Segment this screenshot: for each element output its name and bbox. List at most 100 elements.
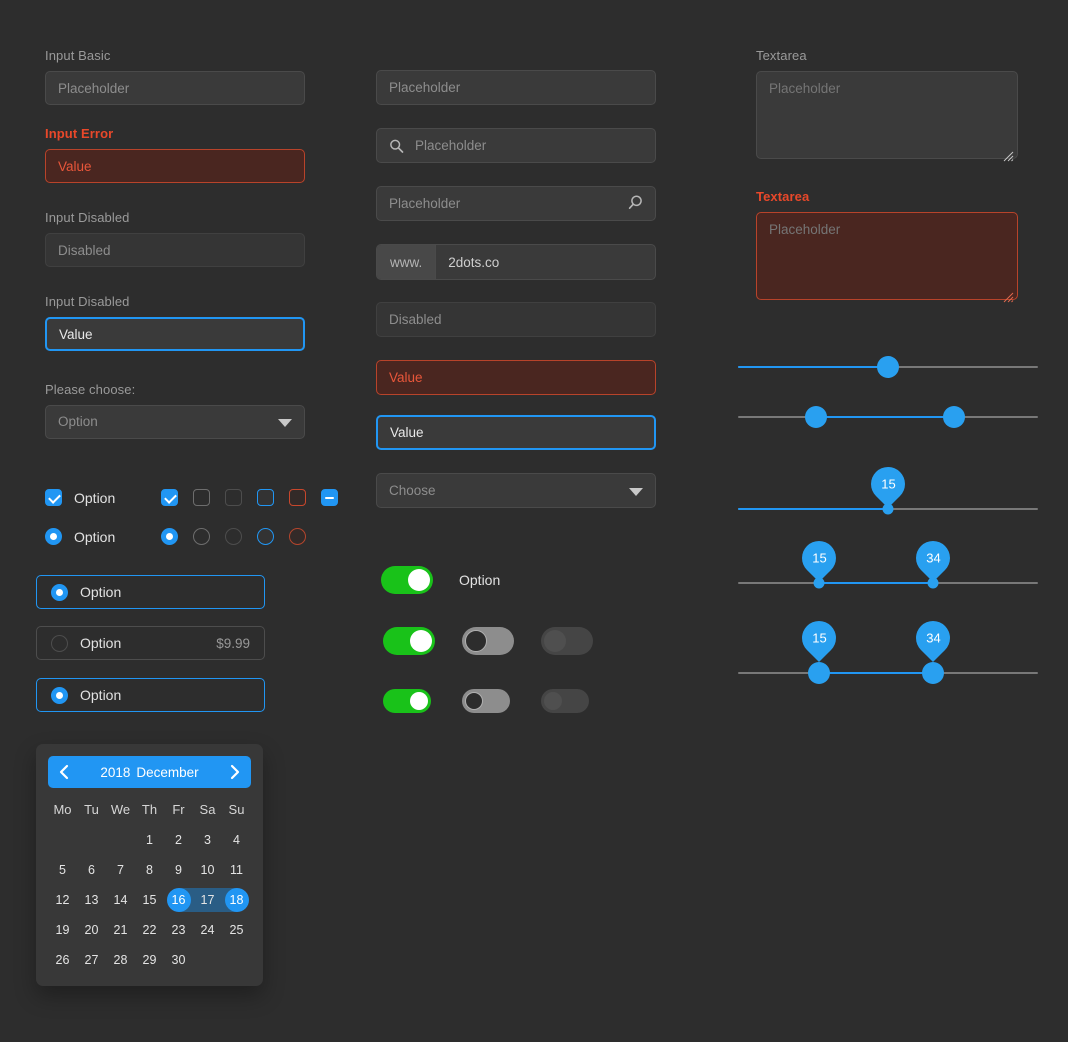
input-plain[interactable] xyxy=(376,70,656,105)
option-box-3[interactable]: Option xyxy=(36,678,265,712)
slider-range-tooltip-big[interactable]: 15 34 xyxy=(738,613,1038,693)
calendar-day[interactable]: 23 xyxy=(164,916,193,944)
calendar-day[interactable]: 5 xyxy=(48,856,77,884)
calendar-day[interactable]: 29 xyxy=(135,946,164,974)
search-input-right[interactable] xyxy=(376,186,656,221)
option-box-2-radio[interactable] xyxy=(51,634,68,652)
calendar-day[interactable]: 25 xyxy=(222,916,251,944)
slider-single-big[interactable] xyxy=(738,347,1038,387)
slider-tooltip-high-value: 34 xyxy=(925,550,941,566)
slider-knob-high[interactable] xyxy=(922,662,944,684)
calendar-day[interactable]: 30 xyxy=(164,946,193,974)
calendar-day[interactable]: 19 xyxy=(48,916,77,944)
slider-fill xyxy=(819,582,933,584)
radio-checked[interactable] xyxy=(45,528,62,545)
checkbox-checked-variant[interactable] xyxy=(161,489,178,506)
calendar: 2018 December Mo Tu We Th Fr Sa Su 1 2 3 4 5 6 7 8 9 10 11… xyxy=(36,744,263,986)
radio-checked-variant[interactable] xyxy=(161,528,178,545)
calendar-weekday: Fr xyxy=(172,802,185,817)
toggle-on[interactable] xyxy=(381,566,433,594)
chevron-left-icon[interactable] xyxy=(58,764,71,780)
calendar-day[interactable]: 2 xyxy=(164,826,193,854)
slider-knob-high[interactable] xyxy=(927,577,939,589)
textarea-error[interactable] xyxy=(756,212,1018,300)
calendar-day[interactable]: 16 xyxy=(164,886,193,914)
checkbox-option[interactable]: Option xyxy=(45,489,161,506)
option-box-1[interactable]: Option xyxy=(36,575,265,609)
calendar-day[interactable]: 28 xyxy=(106,946,135,974)
calendar-day[interactable]: 26 xyxy=(48,946,77,974)
toggle-disabled-variant xyxy=(541,627,593,655)
calendar-day[interactable]: 18 xyxy=(222,886,251,914)
slider-range-tooltip-small[interactable]: 15 34 xyxy=(738,533,1038,603)
calendar-day[interactable]: 1 xyxy=(135,826,164,854)
checkbox-unchecked-variant[interactable] xyxy=(193,489,210,506)
toggle-knob xyxy=(465,692,483,710)
checkbox-error-variant[interactable] xyxy=(289,489,306,506)
calendar-day[interactable]: 3 xyxy=(193,826,222,854)
option-box-3-label: Option xyxy=(80,687,122,703)
select-option[interactable]: Option xyxy=(45,405,305,439)
toggle-off-variant[interactable] xyxy=(462,627,514,655)
calendar-day[interactable]: 27 xyxy=(77,946,106,974)
calendar-day[interactable]: 10 xyxy=(193,856,222,884)
field-search-right xyxy=(376,186,656,221)
slider-knob-low[interactable] xyxy=(808,662,830,684)
input-basic[interactable] xyxy=(45,71,305,105)
radio-focused-variant[interactable] xyxy=(257,528,274,545)
search-button[interactable] xyxy=(624,193,646,215)
calendar-grid: Mo Tu We Th Fr Sa Su 1 2 3 4 5 6 7 8 9 10 11 12 13 14 15 16 17 1… xyxy=(48,796,251,974)
chevron-right-icon[interactable] xyxy=(228,764,241,780)
checkbox-checked[interactable] xyxy=(45,489,62,506)
textarea[interactable] xyxy=(756,71,1018,159)
radio-unchecked-variant[interactable] xyxy=(193,528,210,545)
option-box-3-radio[interactable] xyxy=(51,686,68,704)
slider-tooltip-low: 15 xyxy=(794,613,844,663)
calendar-day[interactable]: 4 xyxy=(222,826,251,854)
checkbox-focused-variant[interactable] xyxy=(257,489,274,506)
slider-range-big[interactable] xyxy=(738,397,1038,437)
slider-knob[interactable] xyxy=(882,503,894,515)
calendar-day[interactable]: 7 xyxy=(106,856,135,884)
calendar-day[interactable]: 21 xyxy=(106,916,135,944)
toggle-small-on-variant[interactable] xyxy=(383,689,431,713)
calendar-day[interactable]: 6 xyxy=(77,856,106,884)
calendar-day[interactable]: 20 xyxy=(77,916,106,944)
toggle-on-variant[interactable] xyxy=(383,627,435,655)
search-input-left[interactable] xyxy=(376,128,656,163)
checkbox-indeterminate-variant[interactable] xyxy=(321,489,338,506)
slider-tooltip: 15 xyxy=(863,459,913,509)
slider-knob-low[interactable] xyxy=(813,577,825,589)
radio-option[interactable]: Option xyxy=(45,528,161,545)
toggle-small-off-variant[interactable] xyxy=(462,689,510,713)
slider-knob-high[interactable] xyxy=(943,406,965,428)
input-focused-mid[interactable] xyxy=(376,415,656,450)
calendar-day[interactable]: 11 xyxy=(222,856,251,884)
calendar-day[interactable]: 13 xyxy=(77,886,106,914)
calendar-day[interactable]: 14 xyxy=(106,886,135,914)
toggle-knob xyxy=(410,692,428,710)
slider-fill xyxy=(819,672,933,674)
calendar-day[interactable]: 8 xyxy=(135,856,164,884)
input-error-mid[interactable] xyxy=(376,360,656,395)
slider-fill xyxy=(738,366,888,368)
calendar-day[interactable]: 22 xyxy=(135,916,164,944)
calendar-day[interactable]: 9 xyxy=(164,856,193,884)
calendar-day[interactable]: 24 xyxy=(193,916,222,944)
option-box-2-label: Option xyxy=(80,635,122,651)
input-error[interactable] xyxy=(45,149,305,183)
input-focused[interactable] xyxy=(45,317,305,351)
radio-error-variant[interactable] xyxy=(289,528,306,545)
option-box-2[interactable]: Option $9.99 xyxy=(36,626,265,660)
calendar-month: December xyxy=(136,764,199,780)
calendar-day[interactable]: 15 xyxy=(135,886,164,914)
slider-knob-low[interactable] xyxy=(805,406,827,428)
checkbox-label: Option xyxy=(74,489,116,506)
slider-knob[interactable] xyxy=(877,356,899,378)
calendar-day[interactable]: 12 xyxy=(48,886,77,914)
calendar-day[interactable]: 17 xyxy=(193,886,222,914)
slider-single-tooltip[interactable]: 15 xyxy=(738,459,1038,529)
option-box-1-radio[interactable] xyxy=(51,583,68,601)
select-choose[interactable]: Choose xyxy=(376,473,656,508)
url-input[interactable] xyxy=(436,245,655,279)
